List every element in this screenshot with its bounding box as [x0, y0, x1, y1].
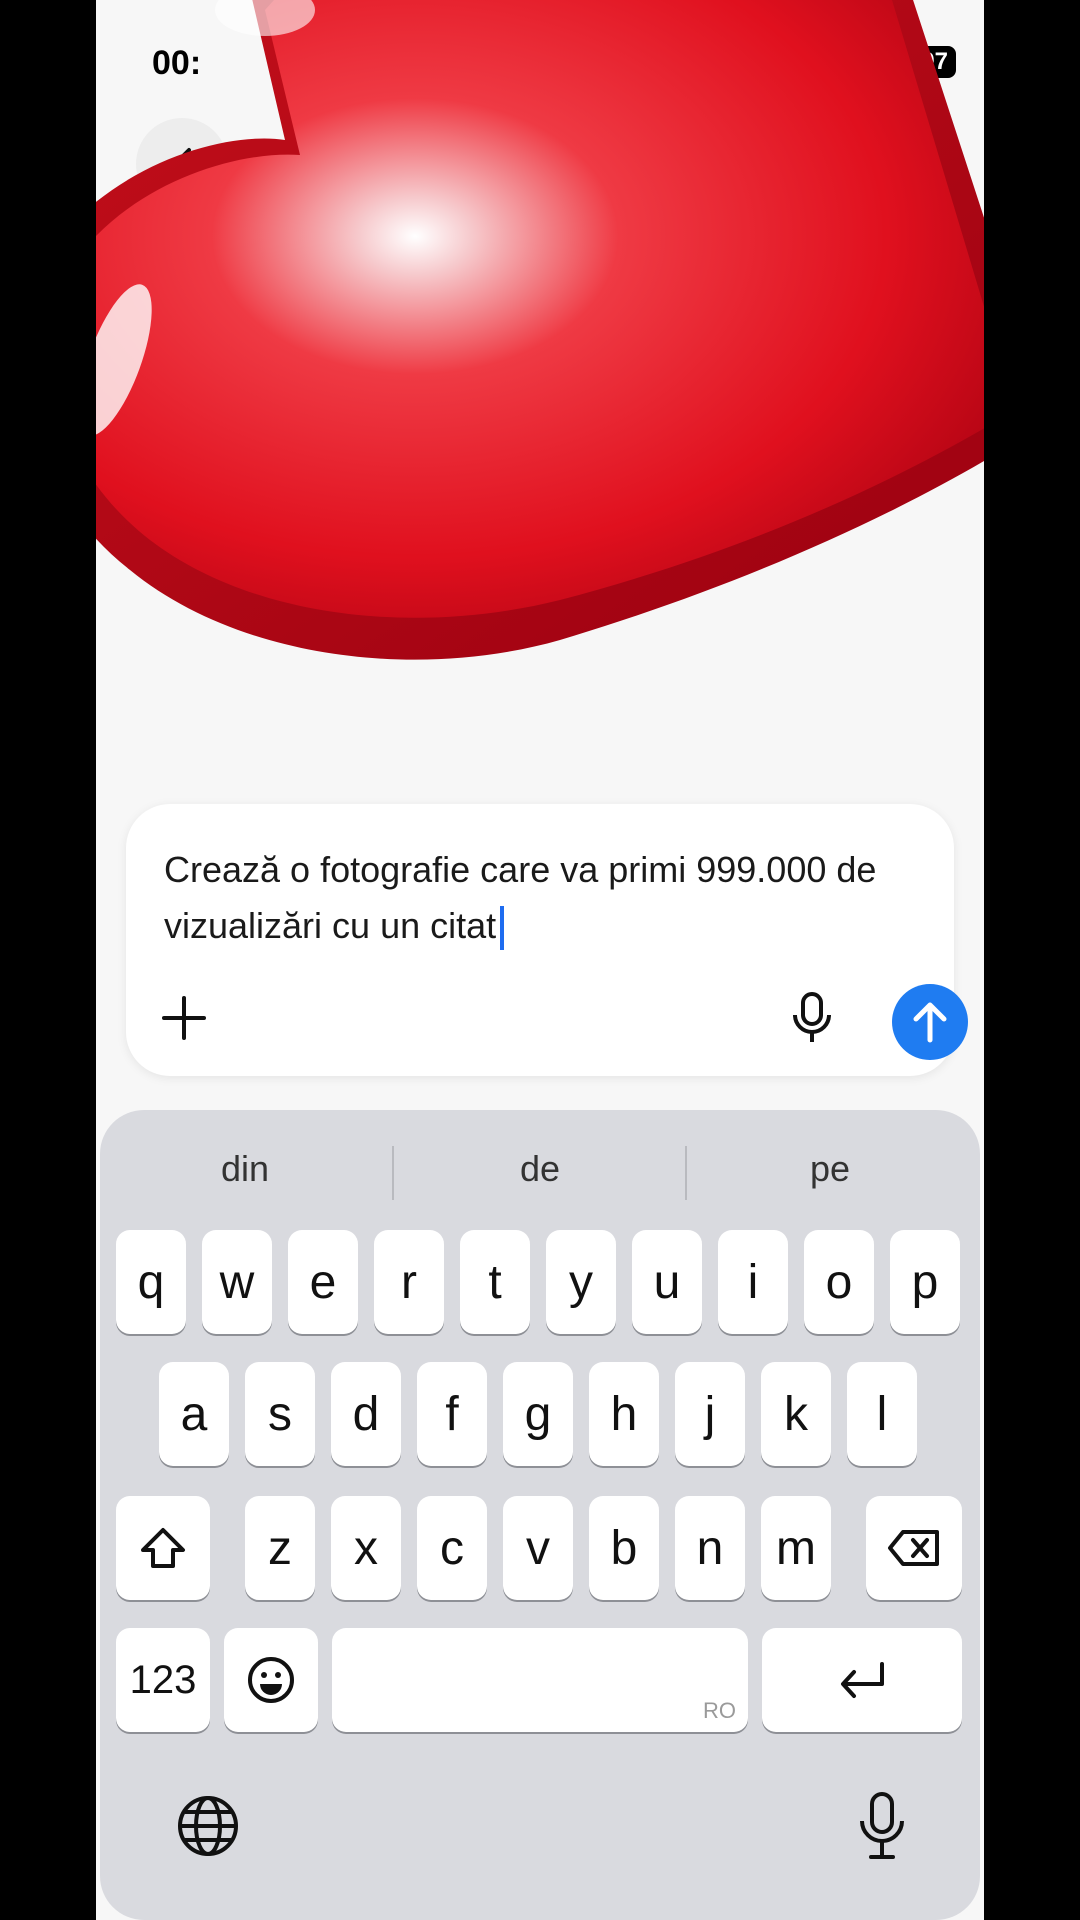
key-j[interactable]: j — [675, 1362, 745, 1466]
suggestion-bar: din de pe — [100, 1138, 980, 1200]
key-n[interactable]: n — [675, 1496, 745, 1600]
key-w[interactable]: w — [202, 1230, 272, 1334]
key-k[interactable]: k — [761, 1362, 831, 1466]
key-f[interactable]: f — [417, 1362, 487, 1466]
suggestion-divider — [392, 1146, 394, 1200]
dictation-button[interactable] — [842, 1786, 922, 1866]
dictation-icon — [860, 1792, 904, 1859]
plus-icon — [162, 996, 206, 1040]
phone-screen: 00: 97 Crează o fotografie care va primi… — [96, 0, 984, 1920]
send-button[interactable] — [892, 984, 968, 1060]
key-e[interactable]: e — [288, 1230, 358, 1334]
key-i[interactable]: i — [718, 1230, 788, 1334]
emoji-icon — [248, 1657, 294, 1703]
key-h[interactable]: h — [589, 1362, 659, 1466]
key-l[interactable]: l — [847, 1362, 917, 1466]
key-r[interactable]: r — [374, 1230, 444, 1334]
globe-icon — [178, 1796, 238, 1856]
attach-button[interactable] — [154, 988, 214, 1048]
message-text: Crează o fotografie care va primi 999.00… — [164, 849, 877, 946]
key-t[interactable]: t — [460, 1230, 530, 1334]
backspace-key[interactable] — [866, 1496, 962, 1600]
key-c[interactable]: c — [417, 1496, 487, 1600]
globe-button[interactable] — [168, 1786, 248, 1866]
key-m[interactable]: m — [761, 1496, 831, 1600]
shift-key[interactable] — [116, 1496, 210, 1600]
key-o[interactable]: o — [804, 1230, 874, 1334]
keyboard-language: RO — [703, 1698, 736, 1723]
microphone-icon — [793, 992, 831, 1042]
suggestion-1[interactable]: din — [100, 1138, 390, 1200]
key-x[interactable]: x — [331, 1496, 401, 1600]
key-p[interactable]: p — [890, 1230, 960, 1334]
key-s[interactable]: s — [245, 1362, 315, 1466]
space-key[interactable]: RO — [332, 1628, 748, 1732]
return-key[interactable] — [762, 1628, 962, 1732]
message-composer[interactable]: Crează o fotografie care va primi 999.00… — [126, 804, 968, 1076]
backspace-icon — [888, 1530, 939, 1566]
suggestion-2[interactable]: de — [395, 1138, 685, 1200]
send-arrow-icon — [913, 1002, 947, 1043]
heart-sticker — [96, 0, 984, 660]
text-caret — [500, 906, 505, 951]
key-v[interactable]: v — [503, 1496, 573, 1600]
shift-icon — [141, 1528, 185, 1568]
voice-input-button[interactable] — [782, 988, 842, 1048]
key-a[interactable]: a — [159, 1362, 229, 1466]
suggestion-3[interactable]: pe — [685, 1138, 975, 1200]
key-u[interactable]: u — [632, 1230, 702, 1334]
key-d[interactable]: d — [331, 1362, 401, 1466]
key-g[interactable]: g — [503, 1362, 573, 1466]
key-z[interactable]: z — [245, 1496, 315, 1600]
message-input[interactable]: Crează o fotografie care va primi 999.00… — [164, 842, 934, 954]
key-b[interactable]: b — [589, 1496, 659, 1600]
numbers-key[interactable]: 123 — [116, 1628, 210, 1732]
return-icon — [841, 1662, 884, 1698]
key-q[interactable]: q — [116, 1230, 186, 1334]
key-y[interactable]: y — [546, 1230, 616, 1334]
emoji-key[interactable] — [224, 1628, 318, 1732]
keyboard: din de pe q w e r t y u i o p a s d f g … — [100, 1110, 980, 1920]
